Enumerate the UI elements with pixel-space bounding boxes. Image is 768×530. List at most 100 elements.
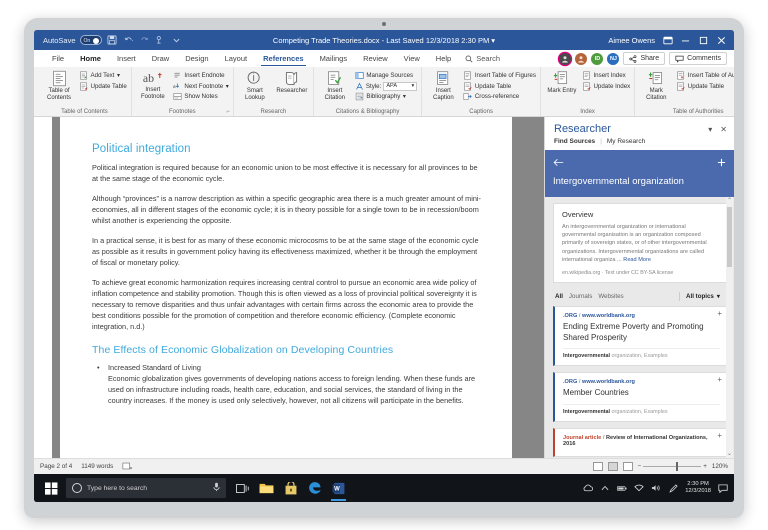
researcher-button[interactable]: Researcher <box>275 69 309 95</box>
tab-help[interactable]: Help <box>428 50 459 67</box>
avatar[interactable]: NJ <box>607 53 619 65</box>
back-arrow-icon[interactable] <box>553 154 564 172</box>
update-table-figures-button[interactable]: Update Table <box>463 82 536 91</box>
web-layout-icon[interactable] <box>623 462 633 471</box>
smart-lookup-button[interactable]: Smart Lookup <box>238 69 272 102</box>
taskbar-clock[interactable]: 2:30 PM 12/3/2018 <box>685 481 711 496</box>
network-icon[interactable] <box>634 483 644 493</box>
add-result-plus-icon[interactable]: + <box>717 310 722 318</box>
chevron-down-icon[interactable]: ▾ <box>226 82 229 91</box>
footnotes-dialog-launcher-icon[interactable]: ⌐ <box>226 109 230 115</box>
topic-filter-dropdown[interactable]: All topics ▾ <box>686 293 722 300</box>
windows-start-icon[interactable] <box>38 474 64 502</box>
onedrive-icon[interactable] <box>583 483 593 493</box>
document-page[interactable]: Political integration Political integrat… <box>60 117 512 458</box>
zoom-track[interactable] <box>643 466 701 467</box>
share-button[interactable]: Share <box>623 52 665 65</box>
tab-review[interactable]: Review <box>355 50 396 67</box>
chevron-down-icon[interactable]: ▾ <box>117 71 120 80</box>
add-result-plus-icon[interactable]: + <box>717 376 722 384</box>
update-table-button[interactable]: Update Table <box>79 82 127 91</box>
show-notes-button[interactable]: Show Notes <box>173 92 229 101</box>
tab-view[interactable]: View <box>396 50 428 67</box>
undo-icon[interactable] <box>123 35 134 46</box>
scroll-up-icon[interactable]: ⌃ <box>726 197 733 205</box>
tab-references[interactable]: References <box>255 50 311 67</box>
ribbon-display-options-icon[interactable] <box>662 35 673 46</box>
tab-mailings[interactable]: Mailings <box>312 50 356 67</box>
insert-table-of-figures-button[interactable]: Insert Table of Figures <box>463 71 536 80</box>
action-center-icon[interactable] <box>718 483 728 493</box>
scrollbar-thumb[interactable] <box>727 207 732 267</box>
last-saved-chevron-icon[interactable]: ▾ <box>491 36 495 45</box>
edge-browser-icon[interactable] <box>307 480 322 497</box>
zoom-slider[interactable]: − + <box>638 463 707 470</box>
tab-design[interactable]: Design <box>177 50 216 67</box>
mark-citation-button[interactable]: Mark Citation <box>639 69 673 102</box>
filter-all[interactable]: All <box>555 293 563 300</box>
citation-style-select[interactable]: APA ▾ <box>383 82 417 91</box>
manage-sources-button[interactable]: Manage Sources <box>355 71 417 80</box>
word-app-icon[interactable]: W <box>331 480 346 497</box>
read-more-link[interactable]: Read More <box>623 257 651 263</box>
taskbar-search-input[interactable]: Type here to search <box>66 478 226 498</box>
zoom-level[interactable]: 120% <box>712 463 728 470</box>
autosave-control[interactable]: AutoSave On <box>43 35 102 45</box>
add-topic-plus-icon[interactable] <box>717 154 726 172</box>
battery-icon[interactable] <box>617 483 627 493</box>
minimize-button[interactable] <box>680 35 691 46</box>
insert-index-button[interactable]: Insert Index <box>582 71 630 80</box>
pen-icon[interactable] <box>668 483 678 493</box>
insert-endnote-button[interactable]: Insert Endnote <box>173 71 229 80</box>
zoom-in-button[interactable]: + <box>703 463 707 470</box>
add-result-plus-icon[interactable]: + <box>717 432 722 440</box>
add-text-button[interactable]: Add Text ▾ <box>79 71 127 80</box>
avatar[interactable] <box>575 53 587 65</box>
zoom-thumb[interactable] <box>676 462 678 471</box>
touch-mode-icon[interactable] <box>155 35 166 46</box>
comments-button[interactable]: Comments <box>669 52 727 65</box>
cross-reference-button[interactable]: Cross-reference <box>463 92 536 101</box>
redo-icon[interactable] <box>139 35 150 46</box>
update-toa-button[interactable]: Update Table <box>676 82 734 91</box>
volume-icon[interactable] <box>651 483 661 493</box>
account-name[interactable]: Aimee Owens <box>608 36 655 45</box>
restore-button[interactable] <box>698 35 709 46</box>
close-button[interactable] <box>716 35 727 46</box>
pane-options-icon[interactable]: ▾ <box>708 125 712 134</box>
customize-qat-icon[interactable] <box>171 35 182 46</box>
tab-file[interactable]: File <box>44 50 72 67</box>
tab-draw[interactable]: Draw <box>144 50 178 67</box>
proofing-errors-icon[interactable] <box>122 462 133 472</box>
print-layout-icon[interactable] <box>608 462 618 471</box>
tab-home[interactable]: Home <box>72 50 109 67</box>
autosave-toggle[interactable]: On <box>80 35 102 45</box>
save-icon[interactable] <box>107 35 118 46</box>
search-input[interactable]: Search <box>465 54 500 63</box>
insert-citation-button[interactable]: Insert Citation <box>318 69 352 102</box>
insert-table-of-authorities-button[interactable]: Insert Table of Authorities <box>676 71 734 80</box>
microsoft-store-icon[interactable] <box>283 480 298 497</box>
page-indicator[interactable]: Page 2 of 4 <box>40 463 72 470</box>
chevron-down-icon[interactable]: ▾ <box>403 92 406 101</box>
insert-footnote-button[interactable]: ab Insert Footnote <box>136 69 170 101</box>
task-view-icon[interactable] <box>235 480 250 497</box>
close-icon[interactable]: ✕ <box>720 125 727 134</box>
file-explorer-icon[interactable] <box>259 480 274 497</box>
zoom-out-button[interactable]: − <box>638 463 642 470</box>
mark-entry-button[interactable]: Mark Entry <box>545 69 579 95</box>
tab-layout[interactable]: Layout <box>217 50 256 67</box>
next-footnote-button[interactable]: a Next Footnote ▾ <box>173 82 229 91</box>
bibliography-button[interactable]: Bibliography ▾ <box>355 92 417 101</box>
last-saved-label[interactable]: Last Saved 12/3/2018 2:30 PM <box>386 36 489 45</box>
result-card[interactable]: + Journal article / Review of Internatio… <box>553 428 728 457</box>
tab-my-research[interactable]: My Research <box>607 138 645 145</box>
filter-websites[interactable]: Websites <box>598 293 623 300</box>
filter-journals[interactable]: Journals <box>569 293 592 300</box>
tab-insert[interactable]: Insert <box>109 50 144 67</box>
scroll-down-icon[interactable]: ⌄ <box>726 450 733 458</box>
table-of-contents-button[interactable]: Table of Contents <box>42 69 76 102</box>
read-mode-icon[interactable] <box>593 462 603 471</box>
result-card[interactable]: + .ORG / www.worldbank.org Member Countr… <box>553 372 728 422</box>
result-card[interactable]: + .ORG / www.worldbank.org Ending Extrem… <box>553 306 728 366</box>
